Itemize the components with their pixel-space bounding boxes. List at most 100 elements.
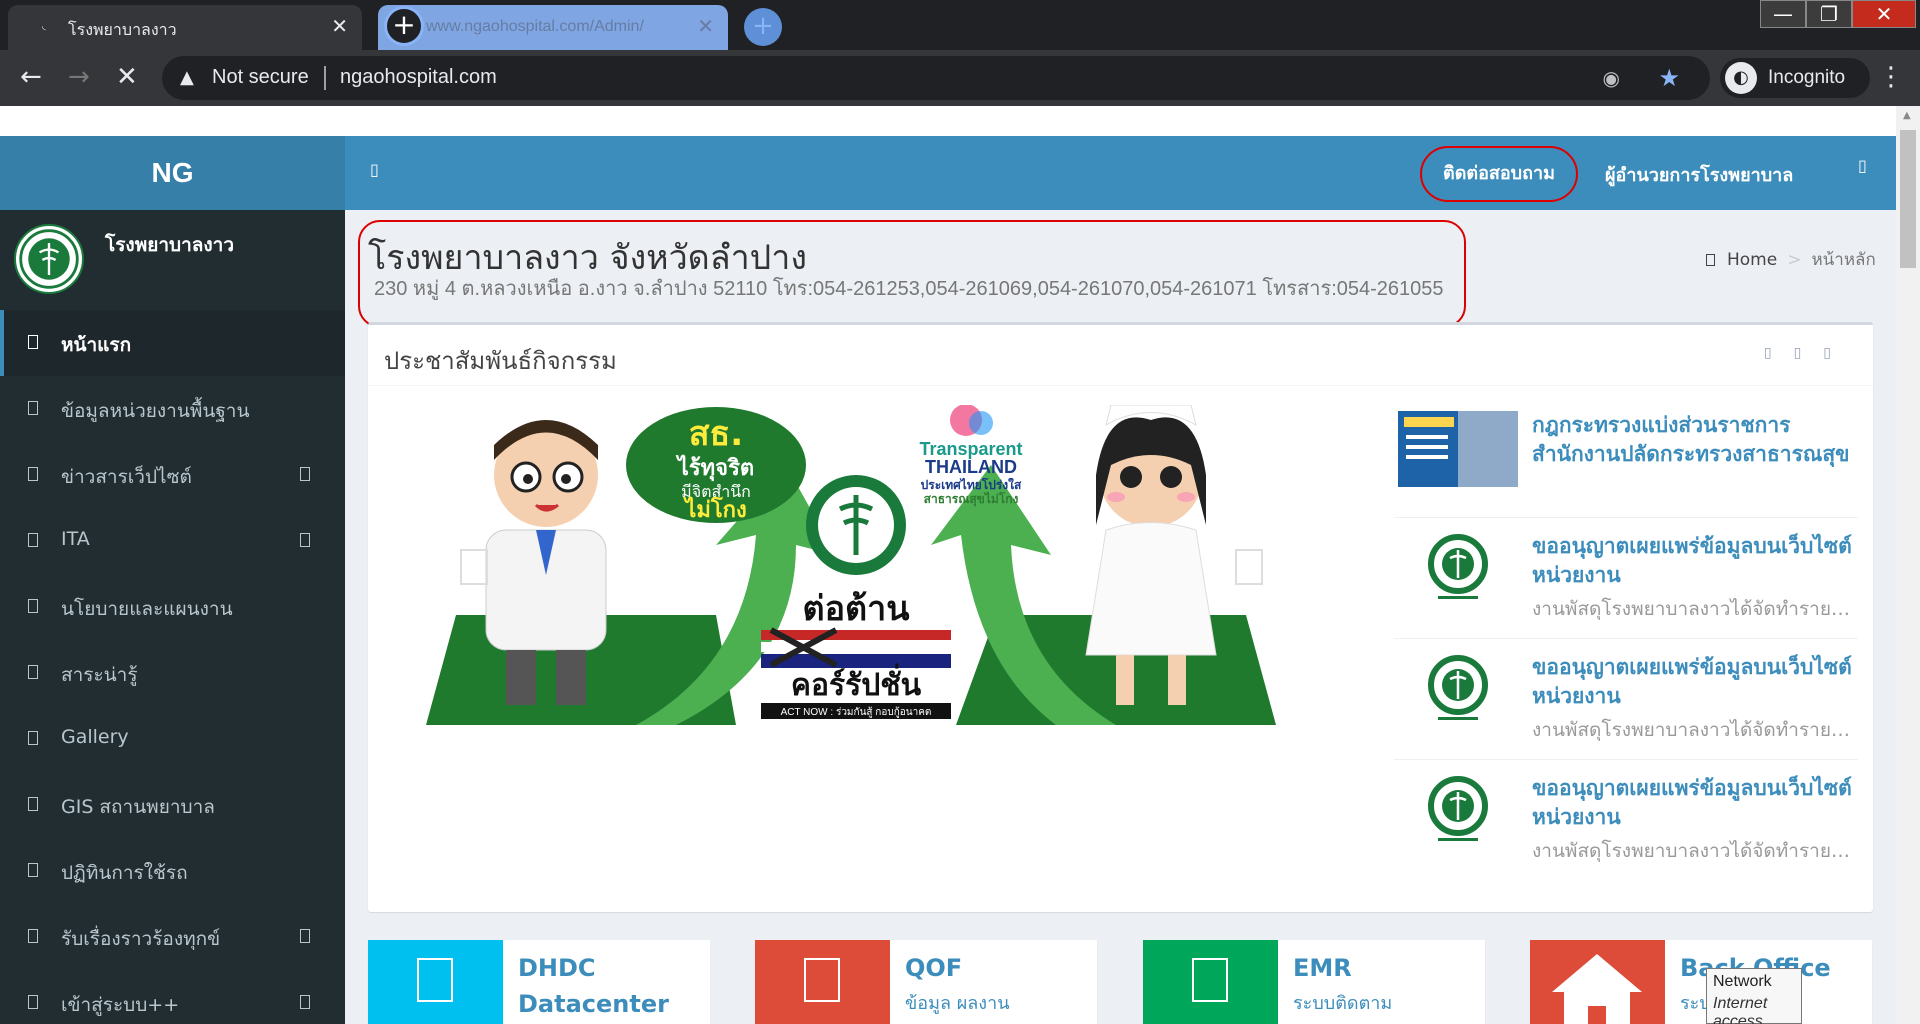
news-item[interactable]: ขออนุญาตเผยแพร่ข้อมูลบนเว็บไซต์หน่วยงาน … (1394, 518, 1858, 639)
scrollbar-thumb[interactable] (1900, 130, 1916, 268)
news-title[interactable]: ขออนุญาตเผยแพร่ข้อมูลบนเว็บไซต์หน่วยงาน (1532, 653, 1858, 711)
breadcrumb-separator: > (1787, 250, 1802, 270)
tab-active[interactable]: ◟ โรงพยาบาลงาว ✕ (8, 5, 362, 50)
sidebar-item-basic-info[interactable]: ข้อมูลหน่วยงานพื้นฐาน (0, 376, 345, 442)
box-divider (368, 385, 1873, 386)
eye-off-icon[interactable]: ◉ (1603, 66, 1620, 90)
calendar-icon (28, 863, 38, 877)
sidebar-item-label: GIS สถานพยาบาล (61, 796, 215, 818)
tab-title: โรงพยาบาลงาว (68, 22, 177, 39)
map-icon (28, 797, 38, 811)
sidebar-item-car-calendar[interactable]: ปฏิทินการใช้รถ (0, 838, 345, 904)
incognito-icon: ◐ (1725, 62, 1757, 94)
banner-transparent-line-1: Transparent (919, 439, 1022, 459)
anti-corruption-banner[interactable]: สธ. ไร้ทุจริต มีจิตสำนึก ไม่โกง Transpar… (416, 405, 1312, 735)
news-item[interactable]: ขออนุญาตเผยแพร่ข้อมูลบนเว็บไซต์หน่วยงาน … (1394, 760, 1858, 881)
news-description: งานพัสดุโรงพยาบาลงาวได้จัดทำรายงาน (1532, 719, 1858, 741)
stop-loading-icon[interactable]: ✕ (116, 64, 138, 90)
breadcrumb-home[interactable]: Home (1727, 250, 1777, 270)
bookmark-star-icon[interactable]: ★ (1658, 64, 1680, 92)
tile-emr[interactable]: EMR ระบบติดตาม (1143, 940, 1485, 1024)
gallery-icon (28, 731, 38, 745)
banner-bubble-line-1: สธ. (689, 414, 743, 454)
tile-icon-box (1143, 940, 1278, 1024)
info-icon (28, 401, 38, 415)
sidebar-item-label: เข้าสู่ระบบ++ (61, 994, 180, 1016)
ita-icon (28, 533, 38, 547)
breadcrumb: Home > หน้าหลัก (1706, 246, 1876, 273)
page-subtitle: 230 หมู่ 4 ต.หลวงเหนือ อ.งาว จ.ลำปาง 521… (374, 278, 1444, 300)
security-label[interactable]: Not secure (212, 66, 309, 89)
tile-title: EMR (1293, 954, 1352, 982)
tab-close-icon[interactable]: ✕ (331, 14, 348, 38)
home-icon (1552, 954, 1642, 1024)
network-tooltip: Network Internet access (1706, 968, 1802, 1024)
breadcrumb-current: หน้าหลัก (1811, 250, 1876, 270)
moph-logo-thumbnail (1398, 532, 1518, 608)
sidebar-item-label: นโยบายและแผนงาน (61, 598, 233, 620)
tile-dhdc[interactable]: DHDC Datacenter (368, 940, 710, 1024)
maximize-icon[interactable]: ▯ (1794, 345, 1824, 361)
sidebar-menu: หน้าแรก ข้อมูลหน่วยงานพื้นฐาน ข่าวสารเว็… (0, 310, 345, 1024)
tab-close-icon-inactive[interactable]: ✕ (697, 14, 714, 38)
incognito-badge[interactable]: ◐ Incognito (1720, 58, 1870, 98)
scroll-up-icon[interactable]: ▲ (1903, 110, 1911, 121)
minimize-button[interactable]: — (1760, 0, 1806, 28)
maximize-button[interactable]: ❐ (1806, 0, 1852, 28)
knowledge-icon (28, 665, 38, 679)
login-icon (28, 995, 38, 1009)
banner-bubble-line-2: ไร้ทุจริต (676, 454, 754, 482)
expand-icon (300, 467, 310, 481)
tile-icon-box (755, 940, 890, 1024)
sidebar-item-news[interactable]: ข่าวสารเว็ปไซต์ (0, 442, 345, 508)
page-scrollbar[interactable]: ▲ (1896, 106, 1920, 1024)
banner-anti-line-2: คอร์รัปชั่น (791, 663, 922, 703)
remove-icon[interactable]: ▯ (1823, 345, 1853, 361)
news-title[interactable]: ขออนุญาตเผยแพร่ข้อมูลบนเว็บไซต์หน่วยงาน (1532, 774, 1858, 832)
forward-arrow-icon[interactable]: → (68, 64, 90, 90)
banner-transparent-line-2: THAILAND (925, 457, 1017, 477)
browser-menu-icon[interactable]: ⋮ (1878, 62, 1904, 92)
service-tiles: DHDC Datacenter QOF ข้อมูล ผลงาน EMR ระบ… (368, 940, 1873, 1024)
sidebar-item-complaints[interactable]: รับเรื่องราวร้องทุกข์ (0, 904, 345, 970)
new-tab-button[interactable]: + (384, 6, 424, 46)
moph-logo-thumbnail (1398, 653, 1518, 729)
sidebar-item-gallery[interactable]: Gallery (0, 706, 345, 772)
news-item[interactable]: กฎกระทรวงแบ่งส่วนราชการ สำนักงานปลัดกระท… (1394, 397, 1858, 518)
news-title[interactable]: ขออนุญาตเผยแพร่ข้อมูลบนเว็บไซต์หน่วยงาน (1532, 532, 1858, 590)
omnibox[interactable]: ▲ Not secure ngaohospital.com ◉ ★ (162, 56, 1710, 100)
incognito-label: Incognito (1768, 67, 1846, 88)
news-title[interactable]: กฎกระทรวงแบ่งส่วนราชการ สำนักงานปลัดกระท… (1532, 411, 1858, 469)
sidebar-item-login[interactable]: เข้าสู่ระบบ++ (0, 970, 345, 1024)
home-icon (28, 335, 38, 349)
network-tooltip-title: Network (1713, 973, 1772, 990)
sidebar-item-label: สาระน่ารู้ (61, 664, 138, 686)
banner-act-now: ACT NOW : ร่วมกันสู้ กอบกู้อนาคต (781, 706, 932, 718)
collapse-icon[interactable]: ▯ (1764, 345, 1794, 361)
nav-contact-link[interactable]: ติดต่อสอบถาม (1420, 146, 1578, 202)
news-item[interactable]: ขออนุญาตเผยแพร่ข้อมูลบนเว็บไซต์หน่วยงาน … (1394, 639, 1858, 760)
sidebar-item-gis[interactable]: GIS สถานพยาบาล (0, 772, 345, 838)
control-sidebar-icon[interactable]: ▯ (1858, 156, 1867, 175)
tab-title-inactive: www.ngaohospital.com/Admin/ (426, 18, 644, 35)
sidebar-item-policy[interactable]: นโยบายและแผนงาน (0, 574, 345, 640)
tile-qof[interactable]: QOF ข้อมูล ผลงาน (755, 940, 1097, 1024)
sidebar-item-ita[interactable]: ITA (0, 508, 345, 574)
close-window-button[interactable]: ✕ (1852, 0, 1916, 28)
sidebar-item-knowledge[interactable]: สาระน่ารู้ (0, 640, 345, 706)
box-tools: ▯▯▯ (1764, 345, 1853, 361)
url-text[interactable]: ngaohospital.com (340, 66, 497, 89)
tile-subtitle: ระบบติดตาม (1293, 993, 1393, 1014)
sidebar-toggle-icon[interactable]: ▯ (370, 160, 379, 179)
nav-director-link[interactable]: ผู้อำนวยการโรงพยาบาล (1605, 160, 1793, 189)
back-arrow-icon[interactable]: ← (20, 64, 42, 90)
sidebar-item-home[interactable]: หน้าแรก (0, 310, 345, 376)
sidebar-item-label: หน้าแรก (61, 334, 132, 356)
news-icon (28, 467, 38, 481)
tab-inactive[interactable]: www.ngaohospital.com/Admin/ ✕ (378, 5, 728, 50)
chart-icon (804, 958, 840, 1002)
site-logo[interactable]: NG (0, 136, 345, 210)
site-topbar: NG ▯ ติดต่อสอบถาม ผู้อำนวยการโรงพยาบาล ▯ (0, 136, 1896, 210)
sidebar-item-label: Gallery (61, 726, 129, 748)
tile-back-office[interactable]: Back Office ระบบ (1530, 940, 1872, 1024)
